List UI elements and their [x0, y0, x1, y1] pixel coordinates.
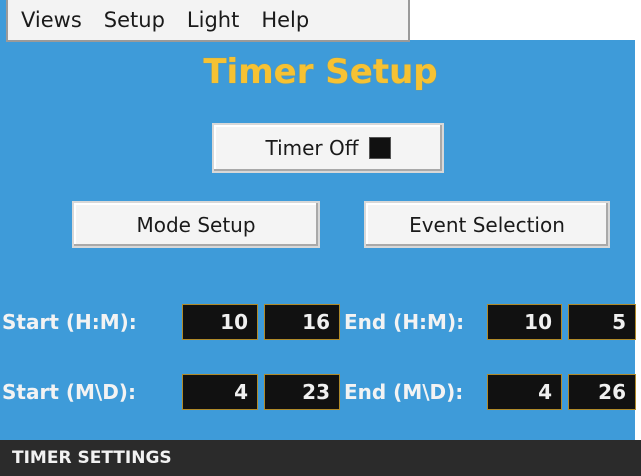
timer-toggle-button[interactable]: Timer Off	[212, 123, 444, 173]
end-day-field[interactable]: 26	[568, 374, 636, 410]
end-minute-field[interactable]: 5	[568, 304, 636, 340]
start-month-field[interactable]: 4	[182, 374, 258, 410]
menubar-filler	[410, 0, 641, 40]
menu-bar: Views Setup Light Help	[6, 0, 410, 42]
timer-checkbox[interactable]	[368, 137, 391, 159]
start-date-label: Start (M\D):	[2, 380, 136, 404]
mode-setup-button[interactable]: Mode Setup	[72, 201, 320, 248]
end-time-label: End (H:M):	[344, 310, 465, 334]
end-date-label: End (M\D):	[344, 380, 464, 404]
event-selection-button[interactable]: Event Selection	[364, 201, 610, 248]
start-hour-field[interactable]: 10	[182, 304, 258, 340]
status-bar: TIMER SETTINGS	[0, 440, 641, 476]
timer-toggle-label: Timer Off	[265, 136, 359, 160]
end-month-field[interactable]: 4	[487, 374, 562, 410]
start-day-field[interactable]: 23	[264, 374, 340, 410]
start-time-label: Start (H:M):	[2, 310, 137, 334]
menu-light[interactable]: Light	[178, 8, 248, 32]
timer-setup-screen: Views Setup Light Help Timer Setup Timer…	[0, 0, 641, 476]
menu-views[interactable]: Views	[12, 8, 91, 32]
page-title: Timer Setup	[203, 52, 438, 92]
menu-help[interactable]: Help	[252, 8, 318, 32]
end-hour-field[interactable]: 10	[487, 304, 562, 340]
start-minute-field[interactable]: 16	[264, 304, 340, 340]
menu-setup[interactable]: Setup	[95, 8, 174, 32]
status-text: TIMER SETTINGS	[12, 448, 172, 468]
